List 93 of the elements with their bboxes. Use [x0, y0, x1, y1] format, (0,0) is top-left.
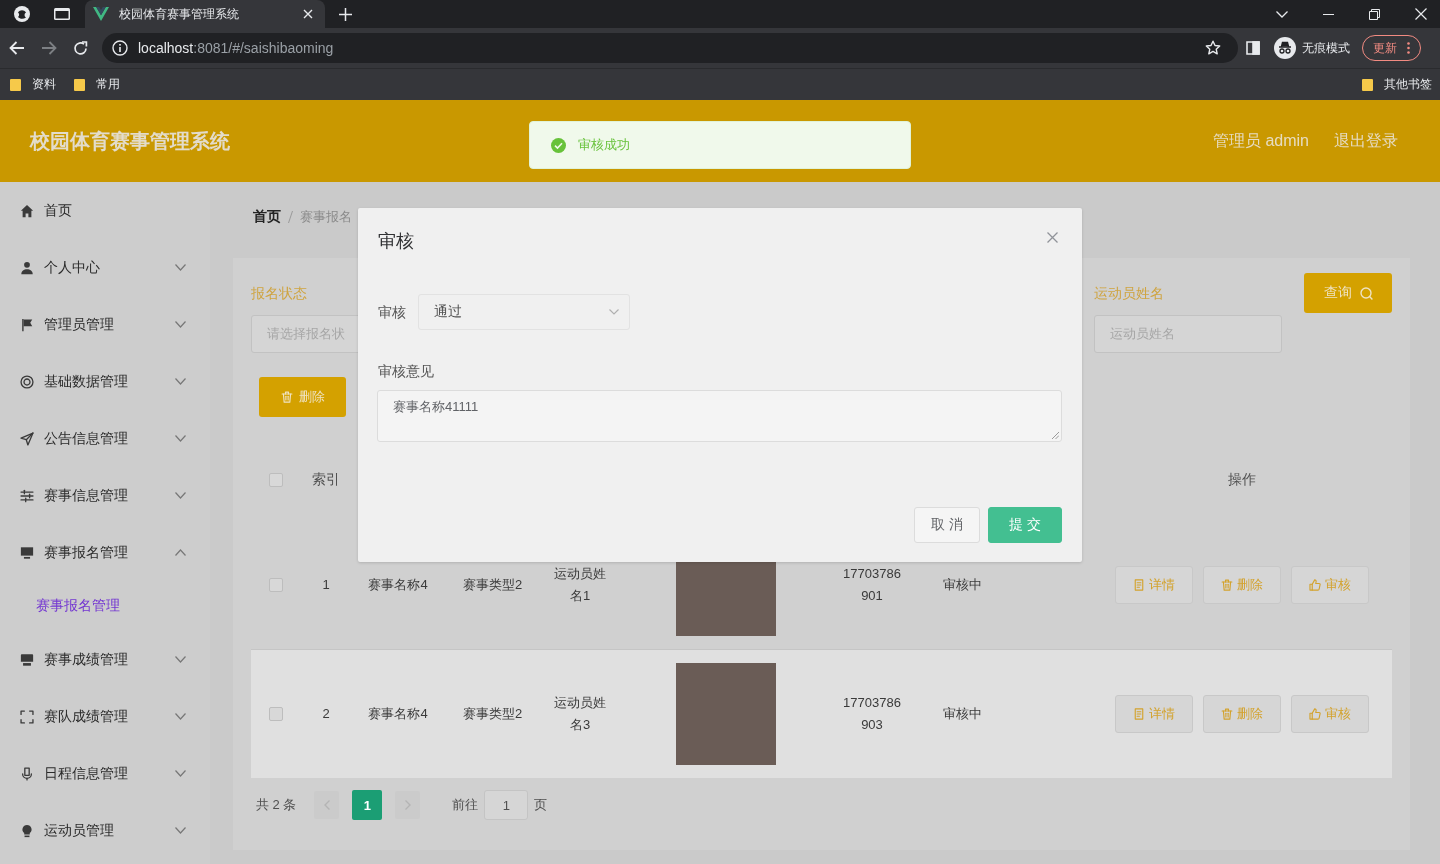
sidebar-item[interactable]: 管理员管理 — [0, 296, 210, 353]
bookmark-item[interactable]: 常用 — [74, 76, 128, 93]
table-cell-text: 赛事类型2 — [462, 575, 523, 594]
chevron-down-icon — [609, 309, 619, 315]
column-header: 操作 — [1228, 471, 1256, 489]
bookmark-item[interactable]: 资料 — [10, 76, 64, 93]
total-count: 共 2 条 — [256, 796, 297, 814]
table-cell-text: 运动员姓名3 — [553, 693, 607, 734]
field-label: 审核意见 — [378, 362, 434, 381]
sidebar-item[interactable]: 运动员管理 — [0, 802, 210, 859]
sidebar-item[interactable]: 公告信息管理 — [0, 410, 210, 467]
user-icon — [20, 260, 34, 275]
sidebar-item[interactable]: 首页 — [0, 182, 210, 239]
user-label: 管理员 admin — [1212, 130, 1309, 151]
table-cell-text: 运动员姓名1 — [553, 564, 607, 605]
plus-icon[interactable] — [339, 7, 352, 21]
table-cell-text: 1 — [322, 575, 330, 594]
flag-icon — [20, 317, 34, 332]
table-cell-text: 赛事名称4 — [368, 575, 428, 594]
cancel-button[interactable]: 取消 — [914, 507, 980, 543]
folder-icon — [10, 78, 21, 91]
send-icon — [20, 431, 34, 446]
incognito-icon — [1274, 37, 1296, 59]
document-icon — [1133, 578, 1145, 591]
page-suffix: 页 — [534, 796, 548, 814]
search-icon — [1359, 286, 1373, 300]
circle-logo-icon[interactable] — [14, 6, 30, 22]
star-icon[interactable] — [1205, 40, 1221, 56]
kebab-menu-icon — [1407, 42, 1410, 54]
trash-icon — [1221, 707, 1233, 720]
dialog-title: 审核 — [378, 230, 415, 253]
thumbs-up-icon — [1309, 707, 1321, 720]
side-panel-icon[interactable] — [1246, 41, 1260, 55]
profile-button[interactable]: 无痕模式 — [1274, 37, 1350, 59]
address-text[interactable]: localhost:8081/#/saishibaoming — [138, 40, 334, 56]
trash-icon — [280, 391, 293, 403]
table-cell-text: 17703786901 — [842, 564, 902, 605]
table-cell-text: 17703786903 — [842, 693, 902, 734]
sidebar-item[interactable]: 个人中心 — [0, 239, 210, 296]
back-arrow-icon[interactable] — [9, 41, 25, 55]
corners-icon — [20, 709, 34, 724]
sidebar-item[interactable]: 赛事信息管理 — [0, 467, 210, 524]
browser-tab[interactable]: 校园体育赛事管理系统 — [85, 0, 325, 28]
resize-handle-icon — [1052, 432, 1059, 439]
reload-icon[interactable] — [73, 40, 88, 56]
display-icon — [20, 652, 34, 667]
slash-icon — [288, 211, 293, 223]
sidebar-item[interactable]: 基础数据管理 — [0, 353, 210, 410]
field-label: 审核 — [378, 303, 406, 322]
field-label: 运动员姓名 — [1094, 284, 1164, 303]
sidebar-item[interactable]: 赛队成绩管理 — [0, 688, 210, 745]
v-logo-icon — [93, 7, 109, 21]
monitor-icon — [20, 545, 34, 560]
minimize-icon[interactable] — [1323, 13, 1334, 15]
sidebar-item[interactable]: 日程信息管理 — [0, 745, 210, 802]
thumbs-up-icon — [1309, 578, 1321, 591]
folder-icon — [74, 78, 85, 91]
microphone-icon — [20, 766, 34, 781]
table-cell-text: 审核中 — [942, 575, 982, 594]
select-field[interactable]: 通过 — [418, 294, 630, 330]
sidebar-subitem[interactable]: 赛事报名管理 — [0, 581, 120, 631]
checkbox[interactable] — [269, 473, 283, 487]
chevron-down-icon[interactable] — [1276, 10, 1288, 18]
goto-label: 前往 — [452, 796, 479, 814]
table-cell-text: 审核中 — [942, 704, 982, 723]
document-icon — [1133, 707, 1145, 720]
breadcrumb-link[interactable]: 首页 — [253, 208, 281, 226]
check-circle-icon — [551, 137, 566, 153]
window-icon[interactable] — [54, 8, 70, 20]
table-cell-text: 赛事类型2 — [462, 704, 523, 723]
app-title: 校园体育赛事管理系统 — [30, 128, 230, 154]
sidebar-item[interactable]: 赛事成绩管理 — [0, 631, 210, 688]
toast-message: 审核成功 — [578, 136, 630, 154]
checkbox[interactable] — [269, 706, 283, 721]
field-label: 报名状态 — [251, 284, 307, 303]
info-icon[interactable] — [112, 40, 128, 56]
sliders-icon — [20, 488, 34, 503]
table-cell-text: 赛事名称4 — [368, 704, 428, 723]
folder-icon — [1362, 78, 1373, 91]
bulb-icon — [20, 823, 34, 838]
restore-icon[interactable] — [1369, 8, 1380, 20]
checkbox[interactable] — [269, 577, 283, 592]
home-icon — [20, 203, 34, 218]
textarea-field[interactable]: 赛事名称41111 — [377, 390, 1062, 442]
table-cell-text: 2 — [322, 704, 330, 723]
sidebar-item[interactable]: 赛事报名管理 — [0, 524, 210, 581]
column-header: 索引 — [312, 471, 340, 489]
forward-arrow-icon[interactable] — [41, 41, 57, 55]
target-icon — [20, 374, 34, 389]
trash-icon — [1221, 578, 1233, 591]
bookmark-item[interactable]: 其他书签 — [1362, 76, 1440, 93]
page-input[interactable]: 1 — [484, 790, 529, 820]
address-bar[interactable]: localhost:8081/#/saishibaoming — [102, 33, 1238, 63]
